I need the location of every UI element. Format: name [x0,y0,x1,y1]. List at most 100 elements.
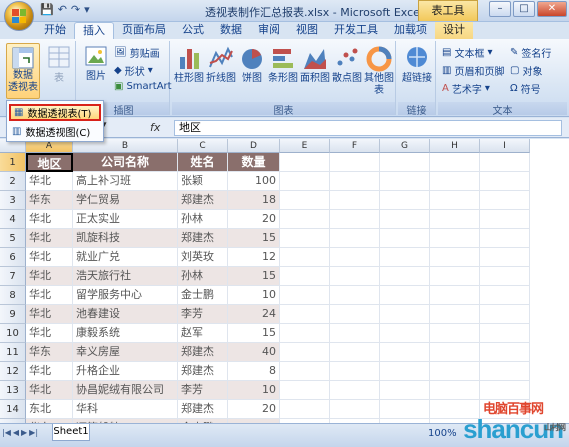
table-cell[interactable] [280,286,330,305]
column-header[interactable]: C [178,139,228,153]
minimize-button[interactable]: – [489,1,511,17]
table-cell[interactable]: 学仁贸易 [73,191,178,210]
table-cell[interactable] [280,400,330,419]
table-cell[interactable] [380,229,430,248]
table-button[interactable]: 表 [46,43,72,85]
tab-review[interactable]: 审阅 [250,22,288,39]
table-cell[interactable] [380,305,430,324]
sheet-tab[interactable]: Sheet1 [52,424,90,441]
table-cell[interactable]: 孙林 [178,210,228,229]
symbol-button[interactable]: Ω 符号 [510,81,541,96]
table-cell[interactable]: 升格企业 [73,362,178,381]
shapes-button[interactable]: ◆ 形状 ▾ [114,63,153,78]
area-chart-button[interactable]: 面积图 [300,43,330,85]
last-sheet-icon[interactable]: ▶| [29,428,38,437]
table-cell[interactable] [380,172,430,191]
table-cell[interactable] [330,324,380,343]
table-cell[interactable] [280,191,330,210]
table-cell[interactable]: 100 [228,172,280,191]
header-cell[interactable]: 姓名 [178,153,228,172]
table-cell[interactable]: 郑建杰 [178,362,228,381]
undo-icon[interactable]: ↶ [58,3,67,16]
table-cell[interactable] [280,362,330,381]
header-cell[interactable]: 公司名称 [73,153,178,172]
table-cell[interactable] [430,362,480,381]
table-cell[interactable]: 华东 [26,191,73,210]
table-cell[interactable]: 15 [228,229,280,248]
row-header[interactable]: 3 [0,191,26,210]
header-cell[interactable] [380,153,430,172]
table-cell[interactable] [330,343,380,362]
table-cell[interactable] [280,267,330,286]
table-cell[interactable]: 40 [228,343,280,362]
table-cell[interactable]: 协昌妮绒有限公司 [73,381,178,400]
table-cell[interactable] [430,305,480,324]
table-cell[interactable] [330,267,380,286]
table-cell[interactable]: 华北 [26,286,73,305]
table-cell[interactable] [280,305,330,324]
table-cell[interactable]: 10 [228,381,280,400]
column-header[interactable]: E [280,139,330,153]
header-cell[interactable] [480,153,530,172]
line-chart-button[interactable]: 折线图 [206,43,236,85]
table-cell[interactable] [380,191,430,210]
qat-dropdown-icon[interactable]: ▾ [84,3,90,16]
scatter-chart-button[interactable]: 散点图 [332,43,362,85]
save-icon[interactable]: 💾 [40,3,54,16]
worksheet-grid[interactable]: A B C D E F G H I 1 地区 公司名称 姓名 数量 2 华北 高上补习班 张颖 100 3 华东 学仁贸易… [0,139,569,423]
table-cell[interactable]: 李芳 [178,305,228,324]
row-header[interactable]: 6 [0,248,26,267]
table-cell[interactable]: 15 [228,324,280,343]
table-cell[interactable]: 凯旋科技 [73,229,178,248]
column-header[interactable]: I [480,139,530,153]
zoom-level[interactable]: 100% [428,428,457,439]
table-cell[interactable]: 池春建设 [73,305,178,324]
table-cell[interactable] [380,362,430,381]
table-cell[interactable] [380,381,430,400]
table-cell[interactable]: 幸义房屋 [73,343,178,362]
header-cell[interactable]: 数量 [228,153,280,172]
table-cell[interactable]: 24 [228,305,280,324]
table-cell[interactable] [430,210,480,229]
menu-item-pivotchart[interactable]: ▥ 数据透视图(C) [9,123,101,140]
row-header[interactable]: 14 [0,400,26,419]
next-sheet-icon[interactable]: ▶ [21,428,27,437]
table-cell[interactable] [380,267,430,286]
table-cell[interactable]: 12 [228,248,280,267]
header-cell[interactable] [330,153,380,172]
table-cell[interactable]: 赵军 [178,324,228,343]
table-cell[interactable]: 郑建杰 [178,229,228,248]
textbox-button[interactable]: ▤ 文本框 ▾ [442,45,492,60]
maximize-button[interactable]: □ [513,1,535,17]
object-button[interactable]: ▢ 对象 [510,63,542,78]
first-sheet-icon[interactable]: |◀ [2,428,11,437]
table-cell[interactable]: 康毅系统 [73,324,178,343]
table-cell[interactable]: 李芳 [178,381,228,400]
close-button[interactable]: ✕ [537,1,567,17]
column-chart-button[interactable]: 柱形图 [174,43,204,85]
row-header[interactable]: 12 [0,362,26,381]
tab-data[interactable]: 数据 [212,22,250,39]
table-cell[interactable] [480,343,530,362]
table-cell[interactable] [380,248,430,267]
table-cell[interactable]: 高上补习班 [73,172,178,191]
formula-input[interactable]: 地区 [174,120,562,136]
table-cell[interactable]: 东北 [26,400,73,419]
table-cell[interactable]: 郑建杰 [178,400,228,419]
tab-formulas[interactable]: 公式 [174,22,212,39]
table-cell[interactable] [280,210,330,229]
tab-insert[interactable]: 插入 [74,22,114,39]
table-cell[interactable]: 华北 [26,381,73,400]
row-header[interactable]: 5 [0,229,26,248]
table-cell[interactable] [430,248,480,267]
table-cell[interactable]: 华北 [26,229,73,248]
table-cell[interactable]: 20 [228,400,280,419]
hyperlink-button[interactable]: 超链接 [400,43,434,85]
table-cell[interactable]: 张颖 [178,172,228,191]
table-cell[interactable]: 10 [228,286,280,305]
table-cell[interactable] [280,229,330,248]
redo-icon[interactable]: ↷ [71,3,80,16]
tab-page-layout[interactable]: 页面布局 [114,22,174,39]
table-cell[interactable] [430,172,480,191]
prev-sheet-icon[interactable]: ◀ [13,428,19,437]
